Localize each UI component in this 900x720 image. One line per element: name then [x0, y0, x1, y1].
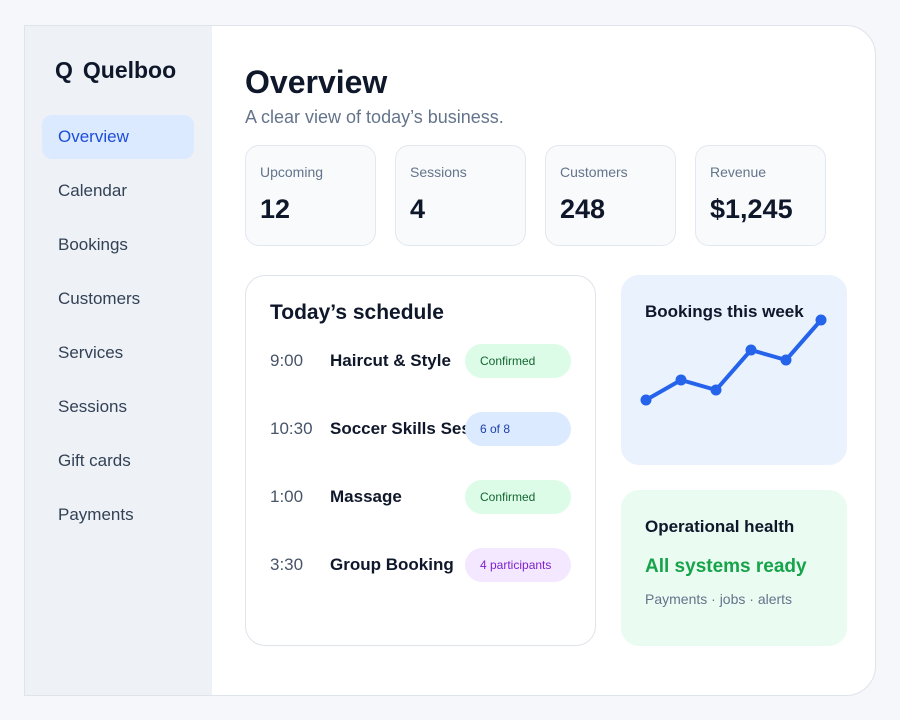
status-badge: Confirmed	[465, 480, 571, 514]
schedule-service: Group Booking	[330, 555, 454, 574]
sidebar-item-services[interactable]: Services	[42, 331, 194, 375]
schedule-time: 1:00	[270, 487, 304, 506]
stat-value: $1,245	[710, 194, 793, 224]
sidebar-item-bookings[interactable]: Bookings	[42, 223, 194, 267]
series-line	[644, 318, 823, 402]
stat-value: 12	[260, 194, 291, 224]
health-detail: Payments · jobs · alerts	[645, 591, 793, 607]
schedule-row[interactable]: 1:00 Massage Confirmed	[246, 479, 595, 515]
stat-label: Revenue	[710, 164, 767, 180]
stat-card-customers[interactable]: Customers 248	[545, 145, 676, 246]
data-point	[780, 354, 792, 366]
stat-card-revenue[interactable]: Revenue $1,245	[695, 145, 826, 246]
sidebar-item-customers[interactable]: Customers	[42, 277, 194, 321]
stat-value: 4	[410, 194, 426, 224]
data-point	[710, 384, 722, 396]
schedule-service: Soccer Skills Session	[330, 419, 466, 438]
sidebar: Q Quelboo Overview Calendar Bookings Cus…	[25, 26, 212, 695]
data-point	[675, 374, 687, 386]
brand-mark: Q	[55, 57, 73, 83]
schedule-row[interactable]: 3:30 Group Booking 4 participants	[246, 547, 595, 583]
capacity-badge: 6 of 8	[465, 412, 571, 446]
chart-title: Bookings this week	[645, 302, 804, 321]
stat-value: 248	[560, 194, 606, 224]
todays-schedule-card: Today’s schedule 9:00 Haircut & Style Co…	[245, 275, 596, 646]
stat-label: Sessions	[410, 164, 467, 180]
status-badge: Confirmed	[465, 344, 571, 378]
sidebar-item-payments[interactable]: Payments	[42, 493, 194, 537]
stat-label: Upcoming	[260, 164, 324, 180]
data-point	[640, 394, 652, 406]
data-point	[815, 314, 827, 326]
brand-logo[interactable]: Q Quelboo	[55, 57, 176, 84]
schedule-service: Massage	[330, 487, 402, 506]
schedule-time: 9:00	[270, 351, 304, 370]
sidebar-item-calendar[interactable]: Calendar	[42, 169, 194, 213]
sidebar-item-gift-cards[interactable]: Gift cards	[42, 439, 194, 483]
operational-health-card[interactable]: Operational health All systems ready Pay…	[621, 490, 847, 646]
page-title: Overview	[245, 64, 388, 100]
page-subtitle: A clear view of today’s business.	[245, 107, 504, 127]
main-content: Overview A clear view of today’s busines…	[212, 26, 875, 695]
app-window: Q Quelboo Overview Calendar Bookings Cus…	[24, 25, 876, 696]
schedule-time: 3:30	[270, 555, 304, 574]
schedule-title: Today’s schedule	[270, 301, 444, 324]
sidebar-item-overview[interactable]: Overview	[42, 115, 194, 159]
schedule-time: 10:30	[270, 419, 313, 438]
data-point	[745, 344, 757, 356]
schedule-service: Haircut & Style	[330, 351, 451, 370]
stat-card-upcoming[interactable]: Upcoming 12	[245, 145, 376, 246]
health-title: Operational health	[645, 517, 795, 536]
health-status: All systems ready	[645, 556, 807, 577]
participants-badge: 4 participants	[465, 548, 571, 582]
stat-label: Customers	[560, 164, 628, 180]
brand-name: Quelboo	[82, 57, 177, 83]
schedule-row[interactable]: 10:30 Soccer Skills Session 6 of 8	[246, 411, 595, 447]
schedule-row[interactable]: 9:00 Haircut & Style Confirmed	[246, 343, 595, 379]
sidebar-item-sessions[interactable]: Sessions	[42, 385, 194, 429]
stat-card-sessions[interactable]: Sessions 4	[395, 145, 526, 246]
bookings-chart-card[interactable]: Bookings this week	[621, 275, 847, 465]
sidebar-nav: Overview Calendar Bookings Customers Ser…	[42, 115, 194, 547]
